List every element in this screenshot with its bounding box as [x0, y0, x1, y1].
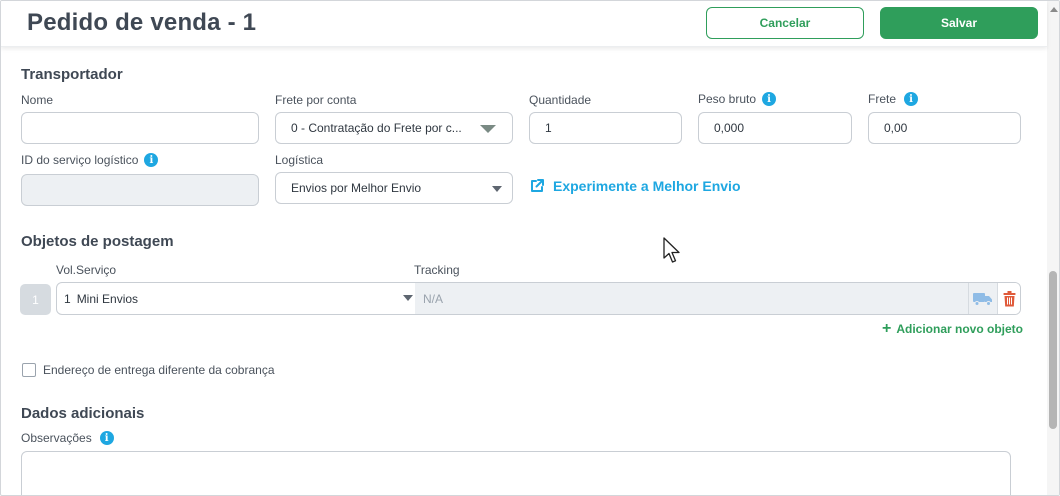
observacoes-label-text: Observações: [21, 431, 92, 445]
observacoes-label: Observações i: [21, 431, 114, 445]
truck-button[interactable]: [968, 283, 997, 314]
endereco-diferente-checkbox[interactable]: [22, 363, 36, 377]
section-title-objetos: Objetos de postagem: [21, 233, 174, 250]
scroll-up-arrow-icon[interactable]: [1050, 7, 1058, 12]
logistica-value: Envios por Melhor Envio: [291, 181, 422, 195]
frete-por-conta-label-text: Frete por conta: [275, 93, 357, 107]
frete-input[interactable]: 0,00: [868, 112, 1021, 144]
observacoes-textarea[interactable]: [21, 451, 1011, 495]
plus-icon: +: [882, 320, 892, 337]
peso-bruto-value: 0,000: [714, 121, 745, 135]
frete-por-conta-select[interactable]: 0 - Contratação do Frete por c...: [275, 112, 513, 144]
id-servico-input: [21, 174, 259, 206]
logistica-select[interactable]: Envios por Melhor Envio: [275, 172, 513, 204]
frete-value: 0,00: [884, 121, 908, 135]
mouse-cursor-icon: [663, 237, 680, 263]
info-icon[interactable]: i: [904, 92, 919, 106]
info-icon[interactable]: i: [144, 153, 159, 167]
logistica-label-text: Logística: [275, 153, 324, 167]
quantidade-label-text: Quantidade: [529, 93, 592, 107]
logistica-label: Logística: [275, 153, 323, 167]
section-title-dados-adicionais: Dados adicionais: [21, 405, 145, 422]
peso-bruto-label-text: Peso bruto: [698, 92, 757, 106]
nome-label-text: Nome: [21, 93, 54, 107]
frete-label-text: Frete: [868, 92, 897, 106]
endereco-diferente-checkbox-row[interactable]: Endereço de entrega diferente da cobranç…: [22, 363, 275, 377]
truck-icon: [973, 292, 992, 306]
col-tracking-text: Tracking: [414, 263, 460, 277]
trash-icon: [1003, 290, 1016, 306]
chevron-down-icon: [492, 186, 502, 192]
cancel-button[interactable]: Cancelar: [706, 7, 864, 39]
peso-bruto-input[interactable]: 0,000: [698, 112, 852, 144]
endereco-diferente-label: Endereço de entrega diferente da cobranç…: [43, 363, 275, 377]
delete-object-button[interactable]: [997, 283, 1020, 314]
page-header: Pedido de venda - 1 Cancelar Salvar: [1, 1, 1047, 47]
frete-por-conta-label: Frete por conta: [275, 93, 356, 107]
quantidade-value: 1: [545, 121, 552, 135]
object-tracking-value: N/A: [423, 291, 444, 306]
nome-label: Nome: [21, 93, 53, 107]
object-index-badge: 1: [20, 284, 51, 315]
object-service-select[interactable]: 1 Mini Envios: [57, 283, 415, 314]
info-icon[interactable]: i: [99, 431, 114, 445]
quantidade-label: Quantidade: [529, 93, 591, 107]
object-service-name: Mini Envios: [76, 291, 139, 306]
section-title-transportador: Transportador: [21, 66, 123, 83]
col-vol-servico-header: Vol.Serviço: [56, 263, 116, 277]
col-tracking-header: Tracking: [414, 263, 460, 277]
scrollbar-thumb[interactable]: [1049, 271, 1057, 429]
app-window: Pedido de venda - 1 Cancelar Salvar Tran…: [0, 0, 1060, 496]
peso-bruto-label: Peso bruto i: [698, 92, 777, 106]
chevron-down-icon: [480, 125, 496, 133]
page-title: Pedido de venda - 1: [27, 9, 257, 36]
add-object-label: Adicionar novo objeto: [896, 322, 1024, 336]
external-link-icon: [531, 179, 544, 192]
save-button[interactable]: Salvar: [880, 7, 1038, 39]
id-servico-label-text: ID do serviço logístico: [21, 153, 139, 167]
quantidade-input[interactable]: 1: [529, 112, 682, 144]
object-vol: 1: [64, 291, 71, 306]
add-object-button[interactable]: + Adicionar novo objeto: [882, 320, 1024, 337]
experimente-link-text: Experimente a Melhor Envio: [553, 178, 741, 194]
id-servico-label: ID do serviço logístico i: [21, 153, 159, 167]
frete-label: Frete i: [868, 92, 919, 106]
col-vol-servico-text: Vol.Serviço: [56, 263, 117, 277]
object-tracking-field: N/A: [415, 283, 968, 314]
experimente-melhor-envio-link[interactable]: Experimente a Melhor Envio: [529, 178, 741, 194]
chevron-down-icon: [403, 295, 413, 301]
object-row: 1 Mini Envios N/A: [56, 282, 1021, 315]
frete-por-conta-value: 0 - Contratação do Frete por c...: [291, 121, 462, 135]
info-icon[interactable]: i: [762, 92, 777, 106]
nome-input[interactable]: [21, 112, 259, 144]
